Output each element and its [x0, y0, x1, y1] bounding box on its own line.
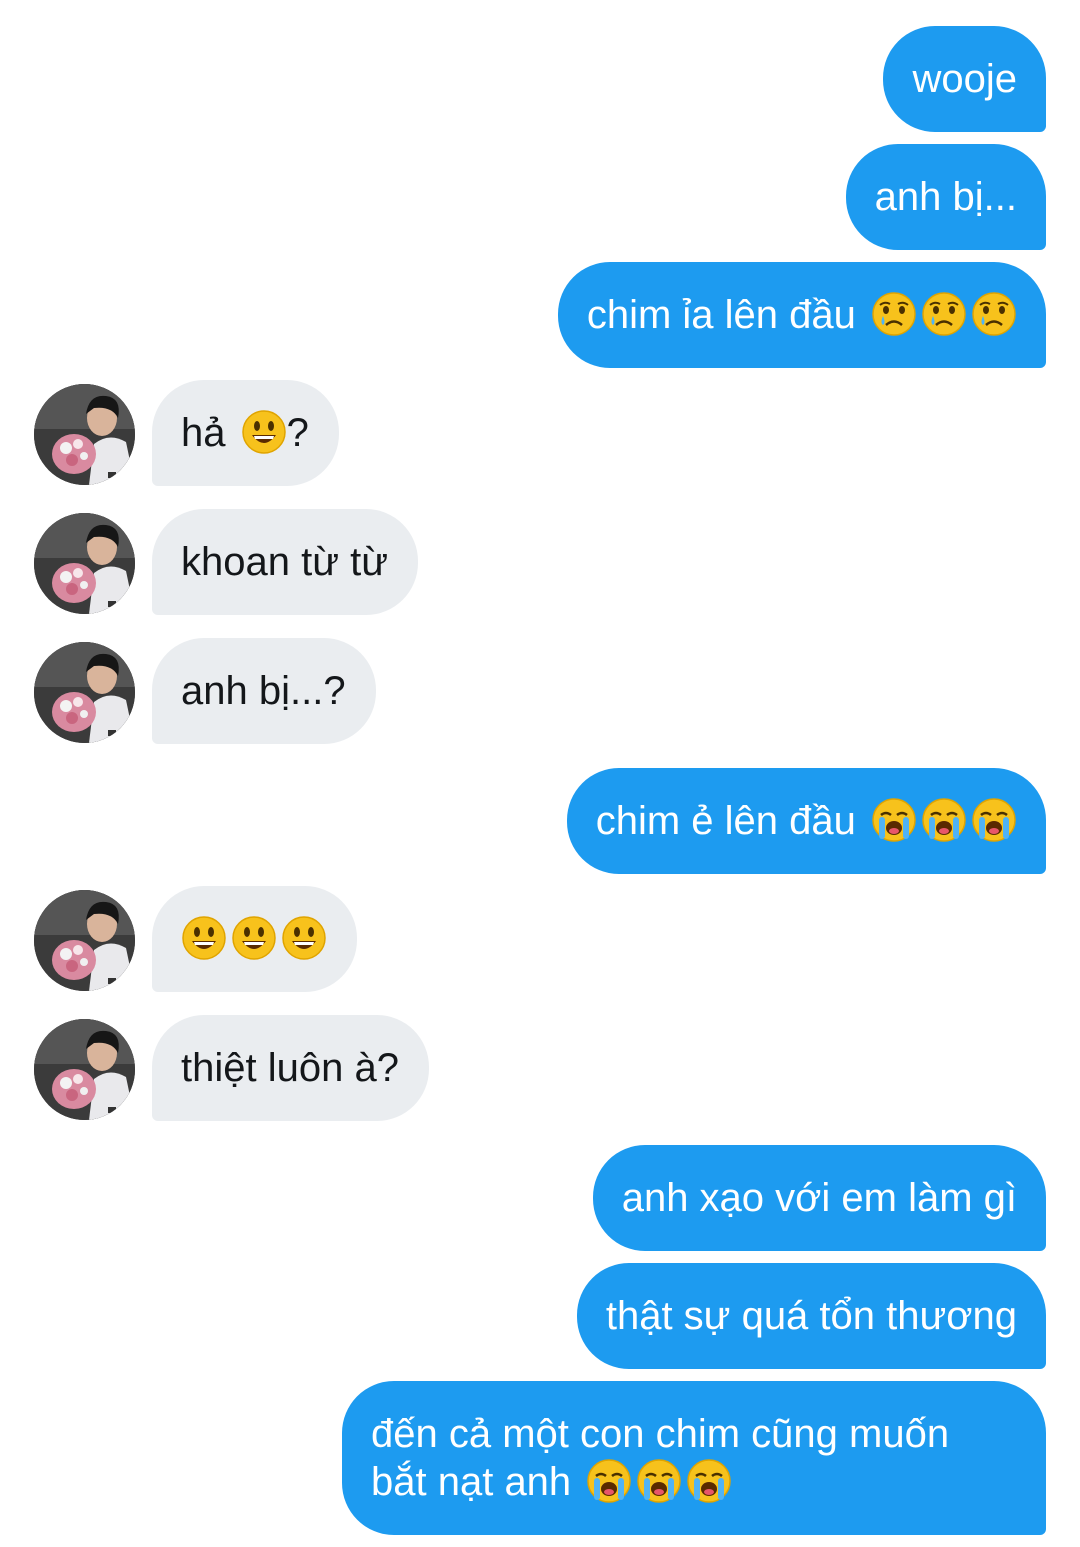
sent-message[interactable]: chim ỉa lên đầu [557, 262, 1046, 368]
loudly-crying-face-icon [871, 797, 917, 843]
message-suffix: ? [286, 411, 309, 455]
avatar[interactable] [34, 1019, 135, 1120]
message-text-line2: bắt nạt anh [371, 1460, 572, 1504]
message-text: hả [181, 411, 226, 455]
message-text: chim ẻ lên đầu [595, 799, 856, 843]
crying-face-icon [921, 291, 967, 337]
sent-message[interactable]: anh bị... [845, 144, 1046, 250]
loudly-crying-face-icon [971, 797, 1017, 843]
sent-message[interactable]: anh xạo với em làm gì [592, 1145, 1046, 1251]
avatar[interactable] [34, 890, 135, 991]
message-text: thiệt luôn à? [181, 1046, 399, 1090]
sent-message[interactable]: wooje [883, 26, 1046, 132]
message-text: anh bị...? [181, 669, 346, 713]
avatar[interactable] [34, 384, 135, 485]
crying-face-icon [971, 291, 1017, 337]
grinning-face-icon [241, 409, 287, 455]
received-message[interactable]: thiệt luôn à? [152, 1015, 429, 1121]
sent-message[interactable]: đến cả một con chim cũng muốn bắt nạt an… [342, 1381, 1046, 1535]
received-message[interactable]: khoan từ từ [152, 509, 418, 615]
message-text: thật sự quá tổn thương [605, 1294, 1017, 1338]
avatar[interactable] [34, 642, 135, 743]
sent-message[interactable]: chim ẻ lên đầu [566, 768, 1046, 874]
received-message[interactable]: anh bị...? [152, 638, 376, 744]
crying-face-icon [871, 291, 917, 337]
avatar[interactable] [34, 513, 135, 614]
received-message[interactable]: hả ? [152, 380, 339, 486]
message-text: chim ỉa lên đầu [586, 293, 856, 337]
message-text: anh xạo với em làm gì [621, 1176, 1017, 1220]
message-line: bắt nạt anh [371, 1458, 1017, 1506]
loudly-crying-face-icon [686, 1458, 732, 1504]
grinning-face-icon [231, 915, 277, 961]
loudly-crying-face-icon [921, 797, 967, 843]
grinning-face-icon [181, 915, 227, 961]
sent-message[interactable]: thật sự quá tổn thương [576, 1263, 1046, 1369]
loudly-crying-face-icon [586, 1458, 632, 1504]
message-text: khoan từ từ [181, 540, 388, 584]
received-message[interactable] [152, 886, 357, 992]
message-text: anh bị... [874, 175, 1017, 219]
message-text: wooje [912, 57, 1017, 101]
grinning-face-icon [281, 915, 327, 961]
loudly-crying-face-icon [636, 1458, 682, 1504]
message-text: đến cả một con chim cũng muốn [371, 1412, 950, 1456]
